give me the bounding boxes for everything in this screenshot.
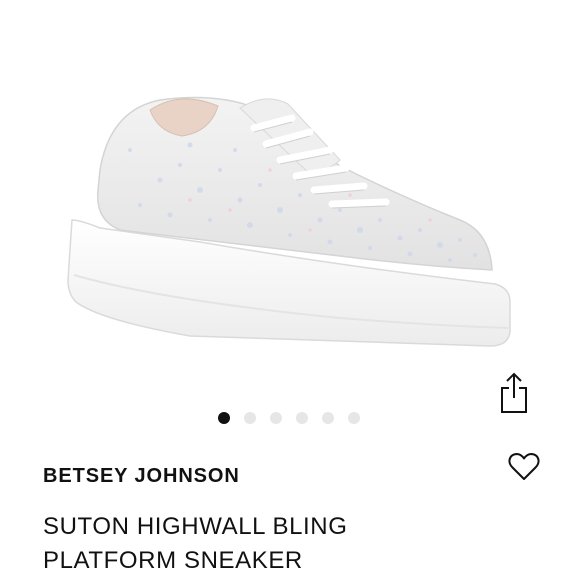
carousel-dot[interactable]	[244, 412, 256, 424]
product-title-line: PLATFORM SNEAKER	[43, 547, 303, 574]
carousel-dot[interactable]	[322, 412, 334, 424]
sneaker-illustration	[67, 96, 511, 347]
carousel-dot[interactable]	[348, 412, 360, 424]
brand-name[interactable]: BETSEY JOHNSON	[43, 465, 240, 488]
share-button[interactable]	[494, 370, 534, 416]
product-image[interactable]	[40, 70, 520, 370]
heart-icon	[508, 453, 540, 480]
wishlist-button[interactable]	[505, 448, 543, 486]
carousel-dot[interactable]	[270, 412, 282, 424]
product-title: SUTON HIGHWALL BLING PLATFORM SNEAKER	[43, 510, 483, 578]
carousel-dot[interactable]	[218, 412, 230, 424]
share-icon	[501, 372, 527, 413]
carousel-dots	[218, 411, 360, 425]
product-title-line: SUTON HIGHWALL BLING	[43, 513, 348, 540]
carousel-dot[interactable]	[296, 412, 308, 424]
